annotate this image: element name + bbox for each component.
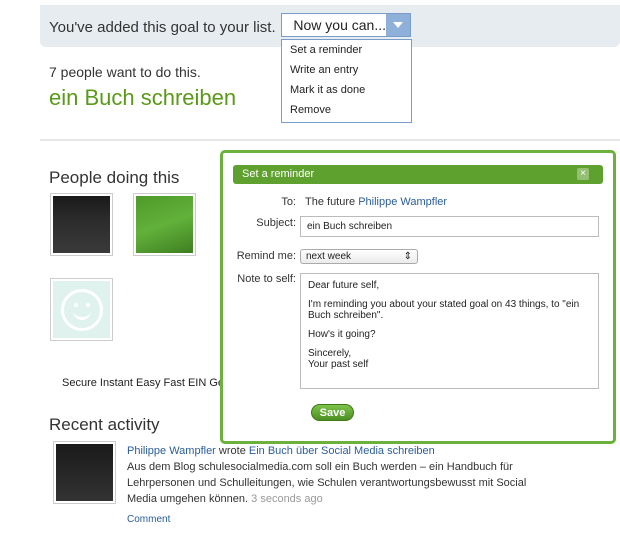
note-line: Sincerely,	[308, 348, 352, 359]
note-line: I'm reminding you about your stated goal…	[308, 299, 580, 321]
activity-title-link[interactable]: Ein Buch über Social Media schreiben	[249, 445, 435, 457]
menu-item-write-entry[interactable]: Write an entry	[282, 60, 411, 80]
people-section-title: People doing this	[49, 168, 180, 187]
close-icon[interactable]: ×	[577, 168, 589, 180]
activity-time: 3 seconds ago	[251, 493, 323, 505]
save-button[interactable]: Save	[311, 404, 354, 421]
subject-input[interactable]: ein Buch schreiben	[300, 216, 599, 237]
now-you-can-dropdown[interactable]: Now you can...	[281, 13, 411, 37]
avatar-smiley[interactable]	[50, 278, 113, 341]
person-photo[interactable]	[50, 193, 113, 256]
to-name-link[interactable]: Philippe Wampfler	[358, 196, 447, 208]
note-line: Your past self	[308, 359, 369, 370]
to-prefix: The future	[305, 196, 356, 208]
person-photo[interactable]	[133, 193, 196, 256]
goal-title[interactable]: ein Buch schreiben	[49, 85, 236, 111]
activity-author-link[interactable]: Philippe Wampfler	[127, 445, 216, 457]
subject-label: Subject:	[256, 217, 296, 229]
want-count: 7 people want to do this.	[49, 64, 201, 80]
smiley-icon	[60, 288, 103, 331]
banner-text: You've added this goal to your list.	[49, 19, 276, 36]
select-arrows-icon: ⇕	[403, 251, 412, 262]
remind-select[interactable]: next week ⇕	[300, 249, 418, 264]
remind-label: Remind me:	[236, 250, 296, 262]
note-label: Note to self:	[237, 273, 296, 285]
divider	[40, 139, 620, 141]
dialog-title: Set a reminder	[242, 168, 315, 180]
activity-body: Aus dem Blog schulesocialmedia.com soll …	[127, 461, 527, 505]
note-textarea[interactable]: Dear future self, I'm reminding you abou…	[300, 273, 599, 389]
menu-item-remove[interactable]: Remove	[282, 100, 411, 120]
to-label: To:	[281, 196, 296, 208]
activity-avatar[interactable]	[53, 441, 116, 504]
activity-verb: wrote	[218, 445, 246, 457]
to-value: The future Philippe Wampfler	[305, 196, 447, 208]
recent-activity-title: Recent activity	[49, 415, 160, 434]
comment-link[interactable]: Comment	[127, 514, 170, 525]
remind-value: next week	[306, 251, 352, 262]
chevron-down-icon[interactable]	[386, 14, 410, 36]
activity-entry: Philippe Wampfler wrote Ein Buch über So…	[127, 443, 527, 507]
menu-item-set-reminder[interactable]: Set a reminder	[282, 40, 411, 60]
note-line: Dear future self,	[308, 280, 380, 291]
menu-item-mark-done[interactable]: Mark it as done	[282, 80, 411, 100]
note-line: How's it going?	[308, 329, 376, 340]
person-caption[interactable]: Secure Instant Easy Fast EIN Ge	[62, 377, 224, 389]
dropdown-menu: Set a reminder Write an entry Mark it as…	[281, 39, 412, 123]
dropdown-label: Now you can...	[293, 17, 386, 33]
